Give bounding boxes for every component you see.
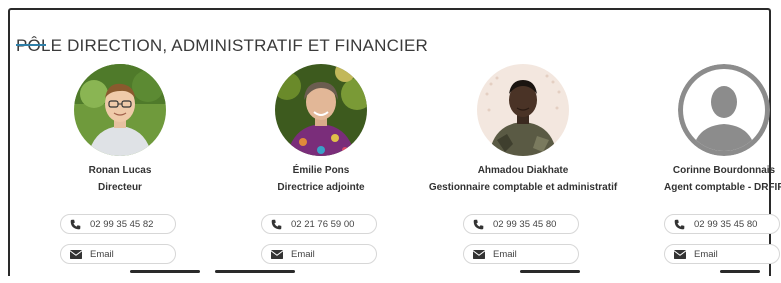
bottom-divider [215, 270, 295, 273]
email-button[interactable]: Email [463, 244, 579, 264]
person-card: Corinne Bourdonnais Agent comptable - DR… [624, 64, 781, 264]
person-role: Directeur [98, 182, 142, 193]
people-grid: Ronan Lucas Directeur 02 99 35 45 82 Ema… [20, 64, 781, 274]
avatar [275, 64, 367, 156]
email-label: Email [291, 248, 315, 260]
title-underline [16, 44, 46, 46]
email-label: Email [90, 248, 114, 260]
email-label: Email [493, 248, 517, 260]
bottom-divider [720, 270, 760, 273]
phone-icon [674, 219, 688, 230]
section-title: PÔLE DIRECTION, ADMINISTRATIF ET FINANCI… [16, 36, 429, 56]
person-role: Agent comptable - DRFIP [663, 182, 781, 193]
person-role: Directrice adjointe [277, 182, 365, 193]
phone-number: 02 21 76 59 00 [291, 218, 355, 230]
email-button[interactable]: Email [261, 244, 377, 264]
phone-button[interactable]: 02 99 35 45 80 [664, 214, 780, 234]
phone-number: 02 99 35 45 80 [493, 218, 557, 230]
phone-icon [70, 219, 84, 230]
phone-icon [473, 219, 487, 230]
person-card: Ronan Lucas Directeur 02 99 35 45 82 Ema… [20, 64, 220, 264]
phone-number: 02 99 35 45 80 [694, 218, 758, 230]
person-role: Gestionnaire comptable et administratif [428, 182, 618, 193]
person-card: Ahmadou Diakhate Gestionnaire comptable … [423, 64, 623, 264]
email-button[interactable]: Email [664, 244, 780, 264]
person-name: Émilie Pons [292, 165, 350, 176]
envelope-icon [70, 249, 84, 259]
envelope-icon [674, 249, 688, 259]
person-name: Ahmadou Diakhate [477, 165, 569, 176]
phone-button[interactable]: 02 99 35 45 82 [60, 214, 176, 234]
avatar [74, 64, 166, 156]
envelope-icon [473, 249, 487, 259]
email-label: Email [694, 248, 718, 260]
phone-number: 02 99 35 45 82 [90, 218, 154, 230]
avatar [477, 64, 569, 156]
bottom-divider [520, 270, 580, 273]
avatar-placeholder [678, 64, 770, 156]
person-name: Ronan Lucas [88, 165, 152, 176]
email-button[interactable]: Email [60, 244, 176, 264]
person-card: Émilie Pons Directrice adjointe 02 21 76… [221, 64, 421, 264]
phone-button[interactable]: 02 99 35 45 80 [463, 214, 579, 234]
bottom-divider [130, 270, 200, 273]
phone-button[interactable]: 02 21 76 59 00 [261, 214, 377, 234]
envelope-icon [271, 249, 285, 259]
phone-icon [271, 219, 285, 230]
person-name: Corinne Bourdonnais [672, 165, 776, 176]
